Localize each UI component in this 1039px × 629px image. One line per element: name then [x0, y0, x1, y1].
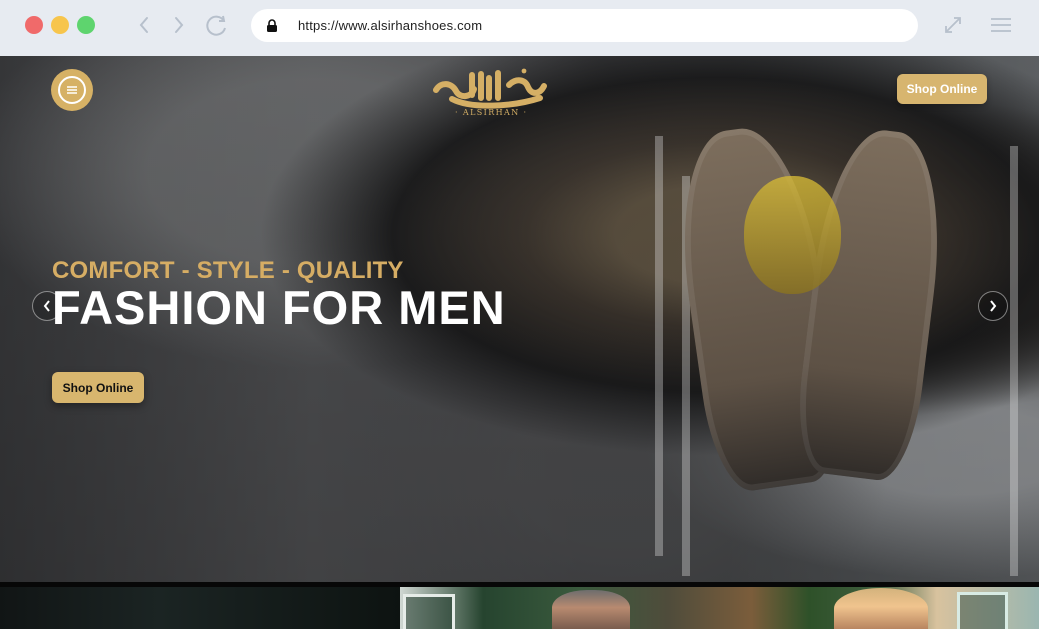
woman-portrait-image	[834, 588, 928, 629]
alsirhan-logo[interactable]	[428, 63, 552, 111]
site-menu-button[interactable]	[51, 69, 93, 111]
lifestyle-photo-strip	[400, 587, 1039, 629]
header-shop-online-button[interactable]: Shop Online	[897, 74, 987, 104]
url-text: https://www.alsirhanshoes.com	[298, 18, 483, 33]
close-window-dot[interactable]	[25, 16, 43, 34]
brand-wordmark: · ALSIRHAN ·	[455, 108, 528, 117]
address-bar[interactable]: https://www.alsirhanshoes.com	[251, 9, 918, 42]
dark-lifestyle-image	[0, 587, 400, 629]
menu-ring-icon	[58, 76, 86, 104]
expand-icon[interactable]	[940, 12, 966, 38]
minimize-window-dot[interactable]	[51, 16, 69, 34]
chevron-left-icon	[43, 300, 50, 312]
hero-title: FASHION FOR MEN	[52, 281, 506, 334]
shoe-image-right	[790, 123, 953, 485]
chevron-right-icon	[990, 300, 997, 312]
background-chair-rail	[655, 136, 663, 556]
background-chair-rail	[1010, 146, 1018, 576]
secondary-banner	[0, 582, 1039, 629]
browser-window: https://www.alsirhanshoes.com · ALSIRHAN…	[0, 0, 1039, 629]
browser-chrome: https://www.alsirhanshoes.com	[0, 0, 1039, 56]
back-icon[interactable]	[131, 12, 157, 38]
menu-icon[interactable]	[988, 12, 1014, 38]
hero-shop-online-button[interactable]: Shop Online	[52, 372, 144, 403]
reload-icon[interactable]	[204, 12, 230, 38]
hero-section: · ALSIRHAN · Shop Online COMFORT - STYLE…	[0, 56, 1039, 582]
forward-icon[interactable]	[166, 12, 192, 38]
lock-icon	[266, 18, 278, 33]
man-portrait-image	[552, 590, 630, 629]
window-frame-image	[957, 592, 1008, 629]
shoe-insole	[744, 176, 841, 294]
carousel-next-button[interactable]	[978, 291, 1008, 321]
maximize-window-dot[interactable]	[77, 16, 95, 34]
window-frame-image	[403, 594, 455, 629]
